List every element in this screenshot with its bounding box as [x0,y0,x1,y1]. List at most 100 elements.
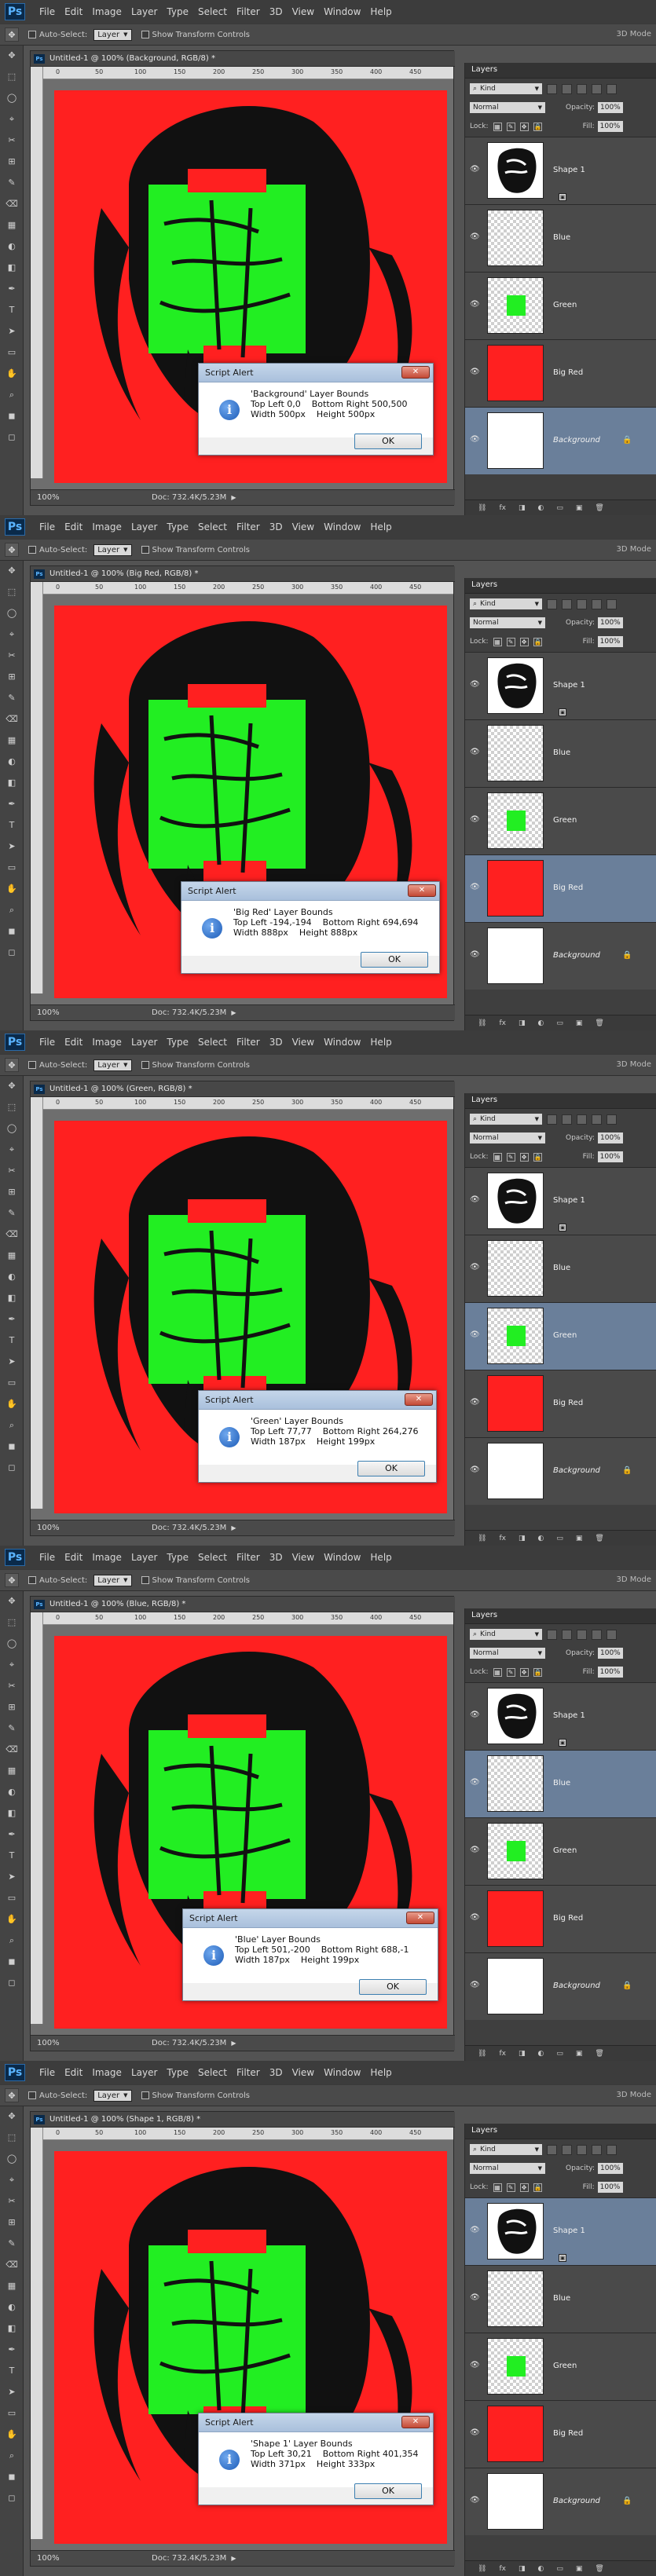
tool-icon[interactable]: T [5,1850,18,1861]
lock-option-icon[interactable]: ✥ [519,637,529,646]
filter-type-icon[interactable] [592,598,602,609]
blend-mode-dropdown[interactable]: Normal ▼ [470,2163,545,2174]
lock-option-icon[interactable]: ▦ [493,1667,502,1677]
menu-file[interactable]: File [39,2067,55,2078]
menu-view[interactable]: View [292,1552,314,1563]
layer-row-blue[interactable]: 👁 Blue [465,1750,656,1817]
menu-select[interactable]: Select [198,1552,227,1563]
menu-type[interactable]: Type [167,1552,189,1563]
lock-option-icon[interactable]: ✥ [519,1667,529,1677]
menu-layer[interactable]: Layer [131,6,157,17]
menu-type[interactable]: Type [167,1037,189,1048]
eye-visibility-icon[interactable]: 👁 [470,2429,481,2437]
panel-action-icon[interactable]: ⛓ [478,1019,486,1027]
tool-icon[interactable]: ▦ [5,1250,18,1261]
tool-icon[interactable]: ⌖ [5,114,18,124]
lock-option-icon[interactable]: ✎ [506,122,515,131]
tool-icon[interactable]: ◼ [5,411,18,421]
menu-3d[interactable]: 3D [269,1552,283,1563]
tool-icon[interactable]: ✒ [5,284,18,294]
panel-action-icon[interactable]: ⛓ [478,504,486,512]
tool-icon[interactable]: ✂ [5,650,18,660]
tool-icon[interactable]: ⬚ [5,587,18,597]
kind-filter-dropdown[interactable]: ⌕ Kind ▼ [470,83,542,94]
panel-action-icon[interactable]: 🗑 [595,504,603,512]
close-button[interactable]: ✕ [401,2416,430,2428]
filter-type-icon[interactable] [592,1629,602,1640]
fill-field[interactable]: 100% [597,1151,623,1162]
tool-icon[interactable]: ✂ [5,135,18,145]
kind-filter-dropdown[interactable]: ⌕ Kind ▼ [470,1114,542,1125]
tool-icon[interactable]: ⌫ [5,2259,18,2270]
panel-action-icon[interactable]: ▣ [576,1019,583,1027]
document-tab[interactable]: Ps Untitled-1 @ 100% (Big Red, RGB/8) * [31,566,455,582]
tool-icon[interactable]: ◧ [5,2323,18,2333]
panel-action-icon[interactable]: ⛓ [478,2565,486,2573]
ok-button[interactable]: OK [361,952,428,968]
document-tab[interactable]: Ps Untitled-1 @ 100% (Green, RGB/8) * [31,1081,455,1097]
zoom-level[interactable]: 100% [37,1524,73,1532]
tool-icon[interactable]: ⊞ [5,1702,18,1712]
tool-icon[interactable]: ➤ [5,841,18,851]
chevron-right-icon[interactable]: ▶ [231,1009,236,1016]
menu-edit[interactable]: Edit [64,1552,82,1563]
menu-help[interactable]: Help [370,2067,391,2078]
tool-icon[interactable]: ⌫ [5,714,18,724]
blend-mode-dropdown[interactable]: Normal ▼ [470,102,545,113]
menu-file[interactable]: File [39,1037,55,1048]
lock-option-icon[interactable]: ▦ [493,122,502,131]
ok-button[interactable]: OK [357,1461,425,1476]
dialog-titlebar[interactable]: Script Alert ✕ [199,364,433,382]
filter-type-icon[interactable] [547,2144,557,2155]
tool-icon[interactable]: ◻ [5,1462,18,1473]
tool-icon[interactable]: ⌖ [5,629,18,639]
tool-icon[interactable]: ✒ [5,1829,18,1839]
filter-type-icon[interactable] [607,1114,617,1125]
lock-option-icon[interactable]: 🔒 [533,1152,542,1162]
lock-option-icon[interactable]: ▦ [493,2183,502,2192]
tool-icon[interactable]: ◻ [5,432,18,442]
auto-select-checkbox[interactable] [28,546,36,554]
tool-icon[interactable]: ✎ [5,693,18,703]
panel-action-icon[interactable]: ◐ [537,2565,544,2573]
auto-select-dropdown[interactable]: Layer ▼ [93,1574,132,1586]
tool-icon[interactable]: ⊞ [5,156,18,166]
lock-option-icon[interactable]: ▦ [493,1152,502,1162]
panel-action-icon[interactable]: 🗑 [595,2565,603,2573]
eye-visibility-icon[interactable]: 👁 [470,951,481,959]
tool-icon[interactable]: ➤ [5,2387,18,2397]
menu-filter[interactable]: Filter [236,2067,260,2078]
tool-icon[interactable]: ▦ [5,1766,18,1776]
panel-action-icon[interactable]: ▭ [556,1535,563,1542]
tool-icon[interactable]: ✒ [5,2344,18,2355]
dialog-titlebar[interactable]: Script Alert ✕ [199,1391,436,1410]
menu-image[interactable]: Image [92,1552,122,1563]
ok-button[interactable]: OK [359,1979,427,1995]
auto-select-checkbox[interactable] [28,1576,36,1584]
panel-action-icon[interactable]: 🗑 [595,1019,603,1027]
tool-icon[interactable]: ◐ [5,1272,18,1282]
auto-select-dropdown[interactable]: Layer ▼ [93,2089,132,2102]
filter-type-icon[interactable] [562,1629,572,1640]
tool-icon[interactable]: ◯ [5,608,18,618]
menu-file[interactable]: File [39,6,55,17]
panel-action-icon[interactable]: ◐ [537,2050,544,2058]
panel-action-icon[interactable]: ▣ [576,504,583,512]
panel-action-icon[interactable]: ▭ [556,2050,563,2058]
lock-option-icon[interactable]: 🔒 [533,1667,542,1677]
tool-icon[interactable]: ⬚ [5,71,18,82]
layer-row-blue[interactable]: 👁 Blue [465,204,656,272]
tool-icon[interactable]: ⌫ [5,199,18,209]
tool-icon[interactable]: ◐ [5,1787,18,1797]
menu-window[interactable]: Window [324,1037,361,1048]
opacity-field[interactable]: 100% [598,102,623,113]
layer-row-shape-1[interactable]: 👁 ▣ Shape 1 [465,1167,656,1235]
dialog-titlebar[interactable]: Script Alert ✕ [199,2413,433,2432]
tool-icon[interactable]: ⌖ [5,1144,18,1154]
panel-action-icon[interactable]: fx [499,1535,506,1542]
tool-icon[interactable]: ⌖ [5,1659,18,1670]
tool-icon[interactable]: ✎ [5,1208,18,1218]
layers-tab[interactable]: Layers [465,2124,656,2139]
tool-icon[interactable]: ➤ [5,1356,18,1367]
opacity-field[interactable]: 100% [598,2163,623,2174]
